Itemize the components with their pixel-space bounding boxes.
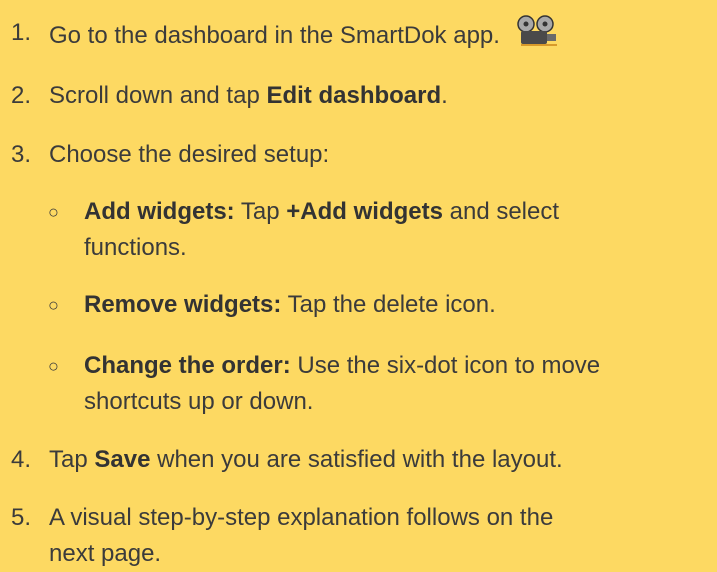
step-number: 2.	[11, 82, 32, 109]
step-number: 3.	[11, 141, 32, 168]
step-number: 4.	[11, 446, 32, 473]
bullet-icon: ○	[48, 356, 59, 376]
step-text: Go to the dashboard in the SmartDok app.	[49, 22, 500, 49]
step-text: Tap Save when you are satisfied with the…	[49, 446, 563, 473]
step-number: 5.	[11, 504, 32, 531]
step-text: Scroll down and tap Edit dashboard.	[49, 82, 448, 109]
film-projector-icon	[513, 15, 561, 58]
bullet-icon: ○	[48, 202, 59, 222]
step-text: Choose the desired setup:	[49, 141, 330, 168]
step-text: A visual step-by-step explanation follow…	[49, 504, 554, 567]
bullet-icon: ○	[48, 295, 59, 315]
step-number: 1.	[11, 19, 32, 46]
instruction-page: 1. Go to the dashboard in the SmartDok a…	[0, 0, 717, 567]
